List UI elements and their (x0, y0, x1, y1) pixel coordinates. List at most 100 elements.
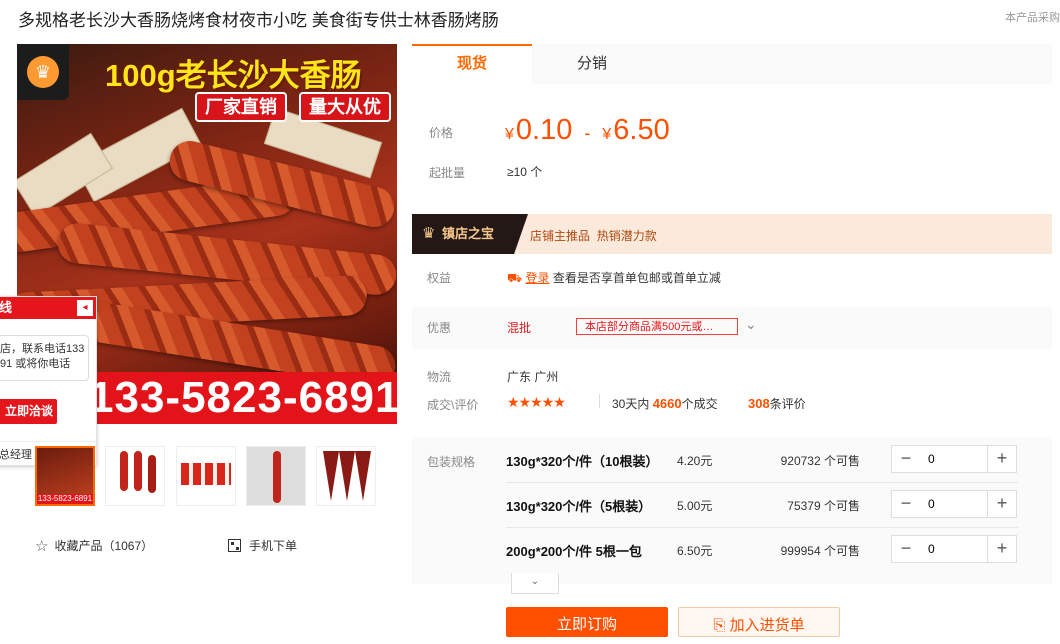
collapse-icon[interactable]: ◂ (77, 300, 93, 316)
discount-row: 优惠 混批 本店部分商品满500元或… ⌄ (412, 306, 1052, 350)
image-headline: 100g老长沙大香肠 (105, 58, 362, 93)
image-tag-bulk: 量大从优 (299, 92, 391, 122)
promo-tag: 店铺主推品 (530, 229, 591, 243)
sku-stock: 999954 个可售 (781, 542, 860, 559)
currency-symbol: ¥ (505, 126, 514, 143)
stock-unit: 个可售 (823, 544, 860, 558)
decrease-button[interactable]: − (892, 446, 921, 472)
sku-label: 包装规格 (427, 455, 476, 469)
chat-popup: 线 ◂ 店，联系电话133 91 或将你电话 立即洽谈 总经理 (0, 296, 97, 466)
stock-count: 920732 (780, 454, 821, 468)
sku-name: 130g*320个/件（10根装） (506, 454, 659, 469)
sales-prefix: 30天内 (612, 397, 650, 411)
chat-message: 店，联系电话133 91 或将你电话 (0, 335, 89, 381)
tab-distribution[interactable]: 分销 (532, 44, 652, 84)
chat-header-title: 线 (0, 300, 13, 315)
quantity-stepper: − + (891, 490, 1017, 518)
chat-message-line: 店，联系电话133 (0, 343, 85, 355)
mobile-order-link[interactable]: 手机下单 (228, 537, 297, 554)
sales-stats: 30天内 4660个成交 (612, 395, 718, 412)
thumbnail-label: 133-5823-6891 (37, 494, 93, 504)
quantity-input[interactable] (920, 446, 988, 472)
store-treasure-banner: ♛ 镇店之宝 店铺主推品 热销潜力款 (412, 214, 1052, 254)
gift-icon: ⛟ (507, 271, 523, 285)
favorite-label: 收藏产品（1067） (54, 539, 154, 553)
decrease-button[interactable]: − (892, 491, 921, 517)
increase-button[interactable]: + (987, 446, 1016, 472)
stock-count: 75379 (787, 499, 821, 513)
chat-now-button[interactable]: 立即洽谈 (0, 399, 57, 424)
tab-spot[interactable]: 现货 (412, 44, 532, 84)
sku-selector: 包装规格 130g*320个/件（10根装） 4.20元 920732 个可售 … (412, 438, 1052, 584)
promo-text: 店铺主推品 热销潜力款 (530, 227, 657, 244)
page-title: 多规格老长沙大香肠烧烤食材夜市小吃 美食街专供士林香肠烤肠 (18, 11, 499, 30)
moq-value: ≥10 个 (507, 165, 543, 179)
rights-description: 查看是否享首单包邮或首单立减 (552, 271, 721, 285)
quantity-input[interactable] (920, 491, 988, 517)
price-range: ¥0.10- ¥6.50 (505, 114, 670, 147)
sku-row: 200g*200个/件 5根一包 6.50元 999954 个可售 − + (506, 528, 1018, 572)
image-tag-factory: 厂家直销 (195, 92, 287, 122)
logistics-reviews: 物流 广东 广州 成交\评价 ★★★★★ 30天内 4660个成交 308条评价 (412, 358, 1052, 428)
offer-tabs: 现货 分销 (412, 44, 1052, 84)
stock-count: 999954 (780, 544, 821, 558)
decrease-button[interactable]: − (892, 536, 921, 562)
sku-price: 5.00元 (677, 499, 713, 513)
purchase-note: 本产品采购 (1005, 12, 1060, 24)
price-dash: - (584, 123, 591, 143)
sku-stock: 75379 个可售 (787, 497, 860, 514)
sku-price: 6.50元 (677, 544, 713, 558)
currency-symbol: ¥ (602, 126, 612, 143)
rights-row: 权益 ⛟ 登录 查看是否享首单包邮或首单立减 (412, 258, 1052, 298)
chevron-down-icon[interactable]: ⌄ (745, 316, 757, 333)
expand-chevron-icon[interactable]: ⌄ (511, 573, 559, 594)
add-to-cart-button[interactable]: ⎘ 加入进货单 (678, 607, 840, 637)
sku-row: 130g*320个/件（5根装） 5.00元 75379 个可售 − + (506, 483, 1018, 528)
thumbnail-1[interactable]: 133-5823-6891 (35, 446, 95, 506)
price-label: 价格 (429, 126, 454, 140)
mixed-batch-tag: 混批 (507, 321, 532, 335)
increase-button[interactable]: + (987, 536, 1016, 562)
rating-stars: ★★★★★ (507, 394, 566, 410)
sku-name: 200g*200个/件 5根一包 (506, 544, 642, 559)
add-to-cart-label: 加入进货单 (729, 617, 805, 634)
increase-button[interactable]: + (987, 491, 1016, 517)
stock-unit: 个可售 (823, 499, 860, 513)
reviews-label: 成交\评价 (427, 398, 479, 412)
thumbnail-3[interactable] (176, 446, 236, 506)
cart-icon: ⎘ (713, 617, 726, 634)
sku-stock: 920732 个可售 (781, 452, 860, 469)
stock-unit: 个可售 (823, 454, 860, 468)
thumbnail-5[interactable] (316, 446, 376, 506)
mobile-order-label: 手机下单 (249, 539, 298, 553)
qr-code-icon (228, 539, 241, 552)
sku-price: 4.20元 (677, 454, 713, 468)
thumbnail-4[interactable] (246, 446, 306, 506)
sales-count: 4660 (652, 396, 682, 411)
quantity-stepper: − + (891, 535, 1017, 563)
sku-name: 130g*320个/件（5根装） (506, 499, 652, 514)
review-count: 308 (748, 396, 770, 411)
favorite-product-link[interactable]: ☆ 收藏产品（1067） (35, 537, 153, 555)
logistics-label: 物流 (427, 370, 452, 384)
discount-label: 优惠 (427, 321, 452, 335)
quantity-input[interactable] (920, 536, 988, 562)
rights-label: 权益 (427, 271, 452, 285)
moq-label: 起批量 (429, 166, 466, 180)
sales-suffix: 个成交 (681, 397, 718, 411)
badge-text: 镇店之宝 (442, 226, 495, 241)
thumbnail-2[interactable] (105, 446, 165, 506)
coupon-tag[interactable]: 本店部分商品满500元或… (576, 318, 738, 335)
min-price: 0.10 (515, 114, 573, 146)
quantity-stepper: − + (891, 445, 1017, 473)
crown-icon: ♛ (422, 225, 436, 242)
max-price: 6.50 (613, 114, 670, 146)
promo-tag: 热销潜力款 (596, 229, 657, 243)
rights-content: ⛟ 登录 查看是否享首单包邮或首单立减 (507, 269, 721, 287)
shop-logo: ♛ (17, 44, 69, 100)
chat-message-line: 91 或将你电话 (0, 358, 71, 370)
review-stats[interactable]: 308条评价 (748, 395, 806, 412)
divider (599, 394, 600, 408)
login-link[interactable]: 登录 (525, 271, 549, 285)
buy-now-button[interactable]: 立即订购 (506, 607, 668, 637)
